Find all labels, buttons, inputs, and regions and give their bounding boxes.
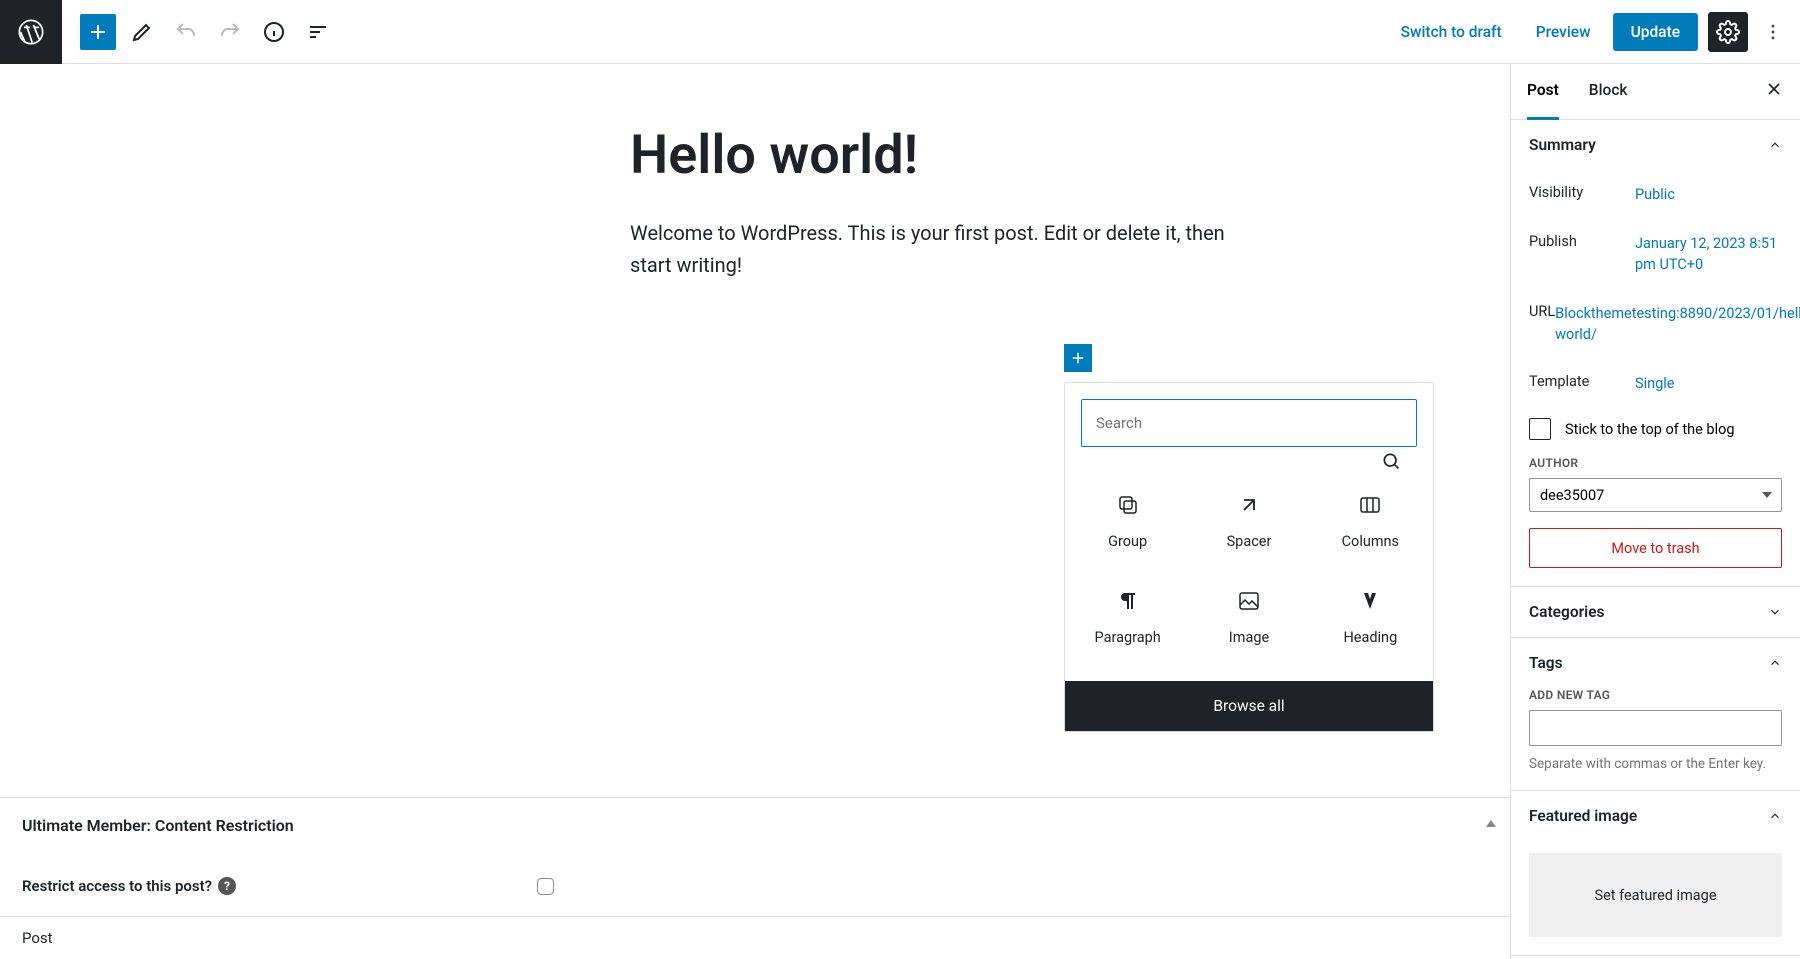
panel-title: Tags: [1529, 654, 1563, 672]
preview-button[interactable]: Preview: [1524, 15, 1603, 49]
tag-hint: Separate with commas or the Enter key.: [1529, 756, 1782, 772]
add-tag-label: ADD NEW TAG: [1529, 688, 1782, 702]
panel-title: Featured image: [1529, 807, 1637, 825]
block-heading[interactable]: Heading: [1310, 567, 1431, 663]
metabox-content-restriction: Ultimate Member: Content Restriction Res…: [0, 797, 1510, 913]
editor-column: Hello world! Welcome to WordPress. This …: [0, 64, 1510, 959]
paragraph-icon: [1116, 585, 1140, 617]
switch-to-draft-button[interactable]: Switch to draft: [1389, 15, 1514, 49]
update-button[interactable]: Update: [1613, 13, 1698, 51]
visibility-value[interactable]: Public: [1635, 184, 1782, 205]
add-block-button[interactable]: [1064, 344, 1092, 372]
block-image[interactable]: Image: [1188, 567, 1309, 663]
inserter-search-input[interactable]: [1081, 399, 1417, 447]
panel-categories: Categories: [1511, 587, 1800, 638]
restrict-checkbox[interactable]: [537, 878, 554, 895]
breadcrumb-post[interactable]: Post: [22, 929, 53, 947]
panel-summary-header[interactable]: Summary: [1511, 120, 1800, 170]
author-label: AUTHOR: [1529, 456, 1782, 470]
publish-value[interactable]: January 12, 2023 8:51 pm UTC+0: [1635, 233, 1782, 275]
settings-button[interactable]: [1708, 12, 1748, 52]
toolbar-left: [62, 14, 336, 50]
set-featured-image-button[interactable]: Set featured image: [1529, 853, 1782, 937]
quick-inserter: Group Spacer Columns Paragraph: [1064, 344, 1434, 732]
post-body[interactable]: Welcome to WordPress. This is your first…: [630, 217, 1255, 281]
block-columns[interactable]: Columns: [1310, 471, 1431, 567]
template-label: Template: [1529, 373, 1635, 394]
tools-edit-icon[interactable]: [124, 14, 160, 50]
columns-icon: [1358, 489, 1382, 521]
gear-icon: [1716, 20, 1740, 44]
panel-featured-image: Featured image Set featured image: [1511, 791, 1800, 956]
block-label: Image: [1229, 629, 1269, 646]
metabox-title: Ultimate Member: Content Restriction: [22, 816, 1488, 835]
chevron-up-icon: [1768, 656, 1782, 670]
restrict-label: Restrict access to this post?: [22, 877, 212, 895]
stick-checkbox[interactable]: [1529, 418, 1551, 440]
browse-all-button[interactable]: Browse all: [1065, 681, 1433, 731]
block-label: Columns: [1342, 533, 1399, 550]
inserter-grid: Group Spacer Columns Paragraph: [1065, 463, 1433, 681]
panel-categories-header[interactable]: Categories: [1511, 587, 1800, 637]
close-sidebar-button[interactable]: [1760, 78, 1788, 106]
plus-icon: [1069, 349, 1087, 367]
url-label: URL: [1529, 303, 1555, 345]
block-label: Group: [1108, 533, 1147, 550]
panel-title: Summary: [1529, 136, 1596, 154]
panel-summary: Summary Visibility Public Publish Januar…: [1511, 120, 1800, 587]
more-vertical-icon: [1763, 22, 1783, 42]
tab-post[interactable]: Post: [1527, 64, 1559, 120]
visibility-label: Visibility: [1529, 184, 1635, 205]
details-icon[interactable]: [256, 14, 292, 50]
editor-top-bar: Switch to draft Preview Update: [0, 0, 1800, 64]
sidebar-tabs: Post Block: [1511, 64, 1800, 120]
chevron-up-icon: [1768, 138, 1782, 152]
move-to-trash-button[interactable]: Move to trash: [1529, 528, 1782, 568]
block-inserter-toggle[interactable]: [80, 14, 116, 50]
stick-label: Stick to the top of the blog: [1565, 421, 1735, 438]
wordpress-logo[interactable]: [0, 0, 62, 64]
panel-tags-header[interactable]: Tags: [1511, 638, 1800, 688]
panel-title: Categories: [1529, 603, 1605, 621]
undo-icon[interactable]: [168, 14, 204, 50]
block-label: Heading: [1343, 629, 1397, 646]
image-icon: [1237, 585, 1261, 617]
redo-icon[interactable]: [212, 14, 248, 50]
url-value[interactable]: Blockthemetesting:8890/2023/01/hello-wor…: [1555, 303, 1800, 345]
post-title[interactable]: Hello world!: [630, 124, 1255, 187]
heading-icon: [1358, 585, 1382, 617]
footer-bar: Post: [0, 916, 1510, 959]
editor-content: Hello world! Welcome to WordPress. This …: [215, 64, 1295, 281]
list-view-icon[interactable]: [300, 14, 336, 50]
inserter-panel: Group Spacer Columns Paragraph: [1064, 382, 1434, 732]
block-spacer[interactable]: Spacer: [1188, 471, 1309, 567]
chevron-down-icon: [1768, 605, 1782, 619]
stick-row[interactable]: Stick to the top of the blog: [1529, 408, 1782, 456]
metabox-collapse-icon[interactable]: [1486, 820, 1496, 827]
template-value[interactable]: Single: [1635, 373, 1782, 394]
block-paragraph[interactable]: Paragraph: [1067, 567, 1188, 663]
options-menu-button[interactable]: [1758, 12, 1788, 52]
block-label: Paragraph: [1095, 629, 1161, 646]
main-area: Hello world! Welcome to WordPress. This …: [0, 64, 1800, 959]
block-label: Spacer: [1227, 533, 1272, 550]
toolbar-right: Switch to draft Preview Update: [1389, 12, 1800, 52]
group-icon: [1116, 489, 1140, 521]
publish-label: Publish: [1529, 233, 1635, 275]
block-group[interactable]: Group: [1067, 471, 1188, 567]
tab-block[interactable]: Block: [1589, 64, 1628, 120]
close-icon: [1764, 79, 1784, 99]
settings-sidebar: Post Block Summary Visibility Public Pub…: [1510, 64, 1800, 959]
help-icon[interactable]: ?: [218, 877, 236, 895]
panel-tags: Tags ADD NEW TAG Separate with commas or…: [1511, 638, 1800, 791]
author-select[interactable]: dee35007: [1529, 478, 1782, 512]
spacer-icon: [1237, 489, 1261, 521]
panel-featured-header[interactable]: Featured image: [1511, 791, 1800, 841]
add-tag-input[interactable]: [1529, 710, 1782, 746]
chevron-up-icon: [1768, 809, 1782, 823]
